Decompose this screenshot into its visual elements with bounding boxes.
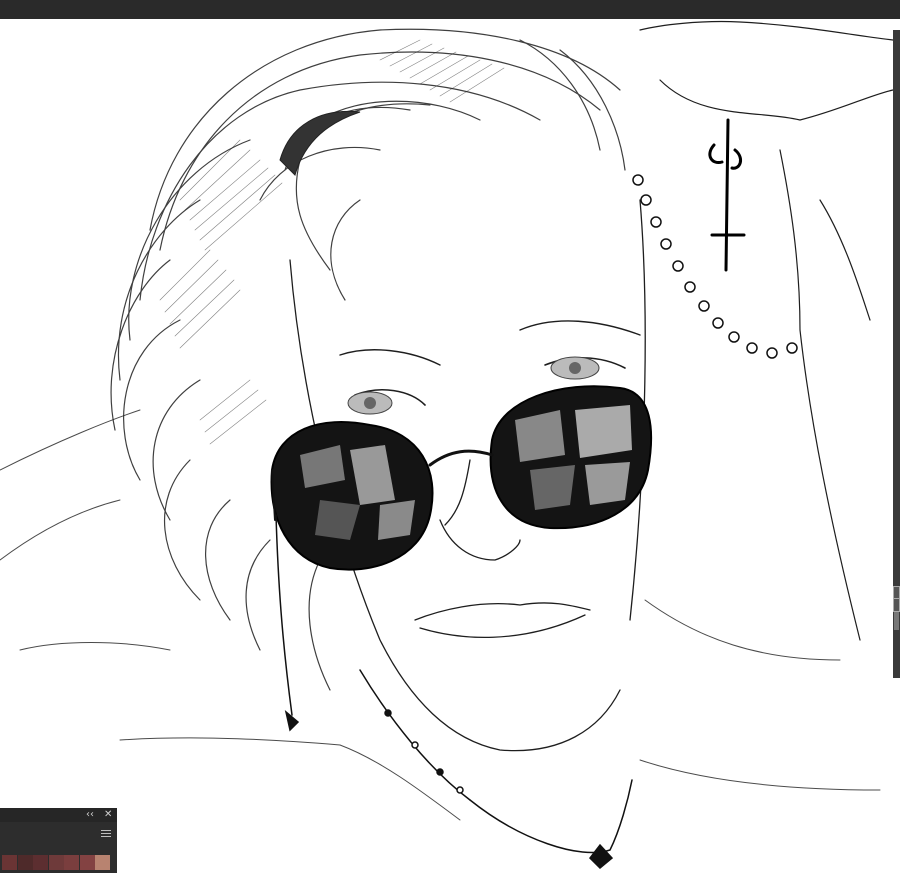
scroll-marker (893, 598, 900, 612)
color-swatch[interactable] (48, 855, 64, 870)
panel-menu-icon[interactable] (101, 830, 111, 839)
raised-arm (639, 20, 893, 641)
color-swatch[interactable] (95, 855, 110, 870)
necklace (359, 669, 633, 870)
canvas-scrollbar[interactable] (893, 30, 900, 678)
sunglasses (270, 385, 653, 571)
color-palette-panel: ‹‹ ✕ (0, 808, 117, 873)
close-icon[interactable]: ✕ (104, 809, 112, 821)
dark-hair-lock (279, 110, 361, 176)
artwork (0, 20, 893, 870)
color-swatch[interactable] (2, 855, 17, 870)
color-swatch[interactable] (64, 855, 79, 870)
color-swatch[interactable] (33, 855, 48, 870)
tattoo-dagger (708, 118, 746, 272)
color-swatch[interactable] (17, 855, 33, 870)
panel-header: ‹‹ ✕ (0, 808, 117, 822)
shoulders-and-pillow (0, 409, 881, 821)
hair-strokes (110, 28, 626, 691)
collapse-icon[interactable]: ‹‹ (86, 809, 94, 821)
app-title-bar (0, 0, 900, 19)
drawing-canvas[interactable] (0, 19, 893, 873)
color-swatch[interactable] (79, 855, 95, 870)
